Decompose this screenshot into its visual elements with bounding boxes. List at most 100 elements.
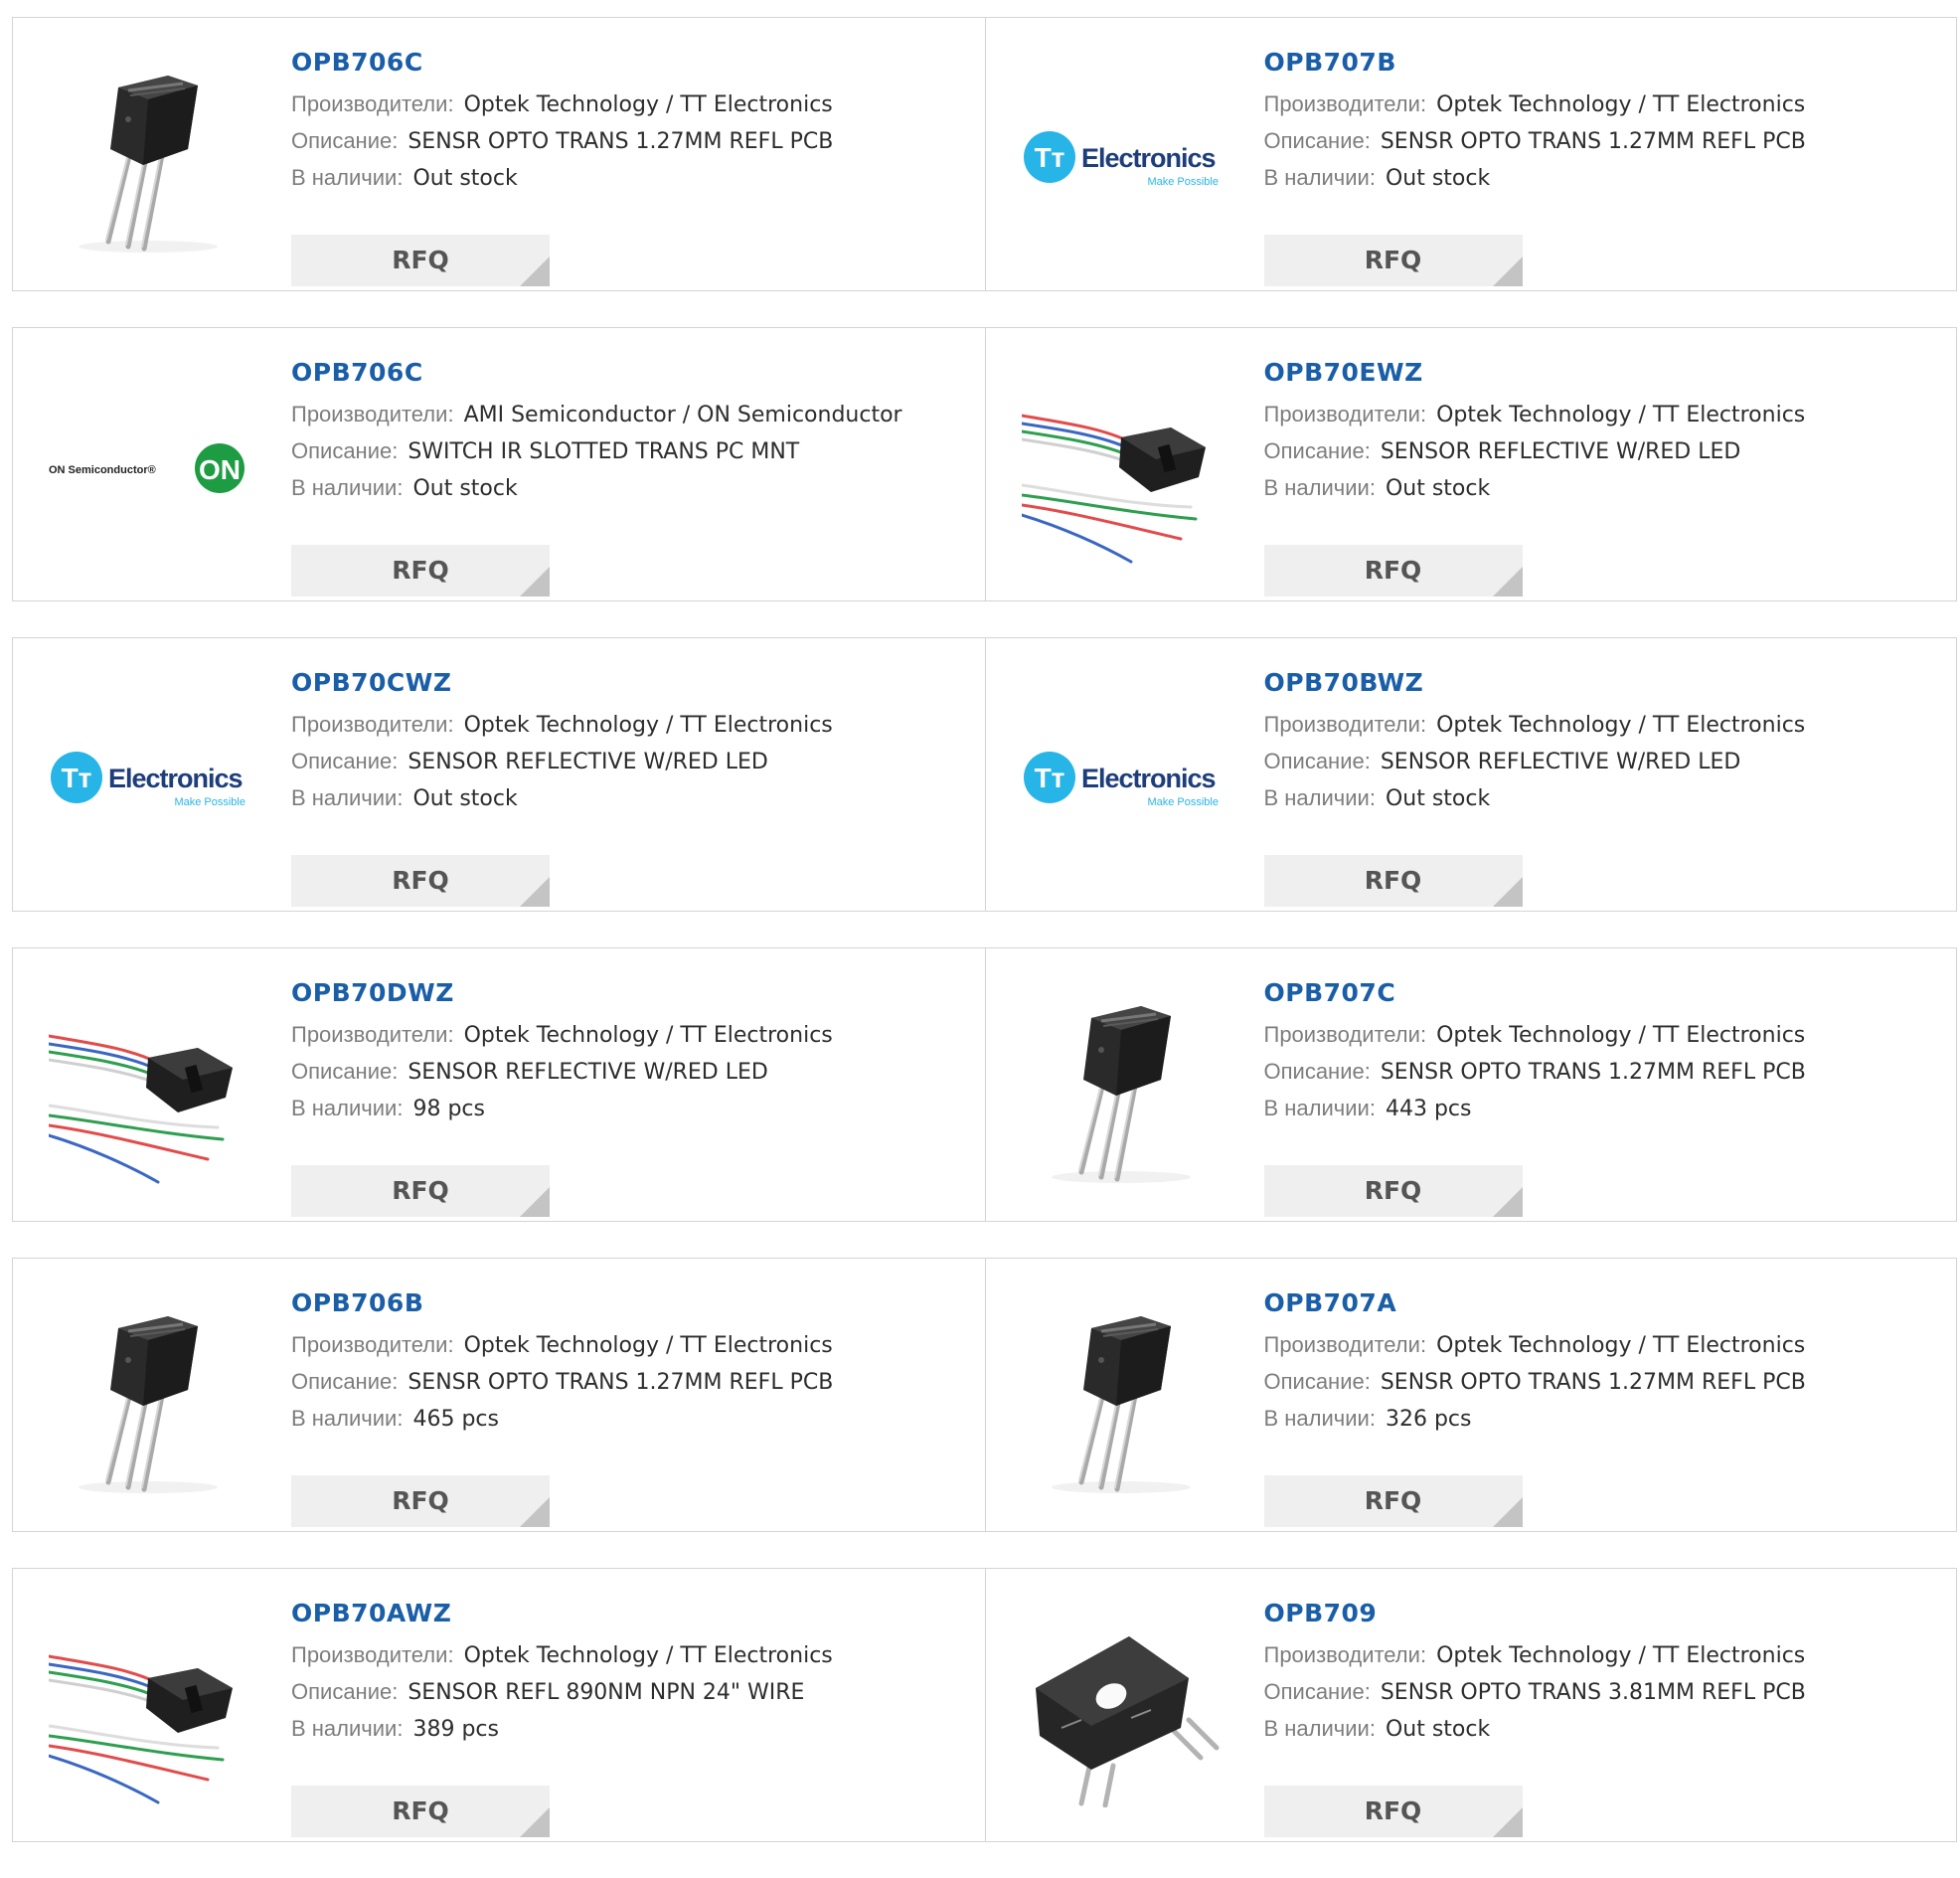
corner-triangle-icon	[1492, 877, 1523, 907]
manufacturer-label: Производители:	[291, 1642, 454, 1667]
part-number-link[interactable]: OPB706C	[291, 358, 423, 388]
stock-line: В наличии: Out stock	[1264, 779, 1937, 816]
description-line: Описание: SENSR OPTO TRANS 1.27MM REFL PC…	[291, 122, 965, 159]
rfq-button[interactable]: RFQ	[1263, 1165, 1523, 1217]
product-info: OPB706C Производители: Optek Technology /…	[291, 48, 965, 286]
manufacturer-label: Производители:	[291, 402, 454, 427]
rfq-button[interactable]: RFQ	[1263, 1786, 1523, 1837]
product-grid: OPB706C Производители: Optek Technology /…	[12, 17, 1957, 1878]
manufacturer-label: Производители:	[291, 1332, 454, 1357]
description-value: SENSR OPTO TRANS 1.27MM REFL PCB	[408, 1370, 834, 1395]
corner-triangle-icon	[1492, 256, 1523, 286]
sensor-photo-image[interactable]	[49, 1298, 247, 1497]
manufacturer-line: Производители: Optek Technology / TT Elec…	[1264, 1636, 1937, 1673]
part-number-link[interactable]: OPB70CWZ	[291, 668, 451, 698]
product-card: OPB706C Производители: Optek Technology /…	[13, 18, 985, 290]
manufacturer-label: Производители:	[291, 1022, 454, 1047]
sensor-photo-image[interactable]	[1022, 988, 1221, 1187]
rfq-button[interactable]: RFQ	[291, 855, 550, 907]
svg-text:Make Possible: Make Possible	[1147, 176, 1219, 188]
manufacturer-line: Производители: Optek Technology / TT Elec…	[1264, 85, 1937, 122]
description-value: SENSOR REFLECTIVE W/RED LED	[1380, 750, 1741, 774]
stock-value: Out stock	[1385, 166, 1491, 191]
manufacturer-value: AMI Semiconductor / ON Semiconductor	[463, 403, 902, 427]
part-number-link[interactable]: OPB70BWZ	[1264, 668, 1424, 698]
rfq-button[interactable]: RFQ	[291, 1786, 550, 1837]
product-card: OPB707C Производители: Optek Technology /…	[984, 948, 1957, 1221]
rfq-label: RFQ	[1364, 556, 1422, 585]
corner-triangle-icon	[1492, 1807, 1523, 1837]
wired-sensor-photo-image[interactable]	[1021, 368, 1221, 567]
part-number-link[interactable]: OPB707B	[1264, 48, 1396, 78]
manufacturer-label: Производители:	[1263, 1332, 1427, 1357]
stock-line: В наличии: 443 pcs	[1264, 1090, 1937, 1126]
description-label: Описание:	[291, 438, 399, 463]
tt-electronics-logo-image[interactable]: Tт Electronics Make Possible	[1022, 58, 1221, 256]
manufacturer-line: Производители: Optek Technology / TT Elec…	[291, 1016, 965, 1053]
manufacturer-line: Производители: Optek Technology / TT Elec…	[291, 1636, 965, 1673]
rfq-button[interactable]: RFQ	[1263, 1475, 1523, 1527]
rfq-label: RFQ	[392, 246, 449, 274]
rfq-button[interactable]: RFQ	[291, 545, 550, 597]
product-card: Tт Electronics Make Possible OPB70CWZ Пр…	[13, 638, 985, 911]
wired-sensor-photo-image[interactable]	[49, 988, 247, 1187]
description-value: SENSR OPTO TRANS 1.27MM REFL PCB	[1380, 129, 1806, 154]
part-number-link[interactable]: OPB709	[1264, 1599, 1378, 1628]
description-line: Описание: SENSOR REFL 890NM NPN 24" WIRE	[291, 1673, 965, 1710]
corner-triangle-icon	[520, 1807, 550, 1837]
description-label: Описание:	[291, 1059, 399, 1084]
description-value: SWITCH IR SLOTTED TRANS PC MNT	[408, 439, 800, 464]
wired-sensor-photo	[1021, 414, 1206, 564]
rfq-button[interactable]: RFQ	[1263, 235, 1523, 286]
slotted-sensor-photo-image[interactable]	[1022, 1609, 1221, 1807]
part-number-link[interactable]: OPB707A	[1264, 1288, 1397, 1318]
description-label: Описание:	[1263, 1059, 1371, 1084]
description-label: Описание:	[291, 128, 399, 153]
rfq-button[interactable]: RFQ	[1263, 855, 1523, 907]
rfq-label: RFQ	[1364, 1176, 1422, 1205]
part-number-link[interactable]: OPB70EWZ	[1264, 358, 1423, 388]
corner-triangle-icon	[1492, 1187, 1523, 1217]
wired-sensor-photo-image[interactable]	[49, 1609, 247, 1807]
stock-line: В наличии: Out stock	[1264, 1710, 1937, 1747]
rfq-button[interactable]: RFQ	[291, 235, 550, 286]
product-info: OPB707B Производители: Optek Technology /…	[1263, 48, 1937, 286]
product-info: OPB709 Производители: Optek Technology / …	[1263, 1599, 1937, 1837]
description-line: Описание: SWITCH IR SLOTTED TRANS PC MNT	[291, 432, 965, 469]
product-info: OPB70AWZ Производители: Optek Technology …	[291, 1599, 965, 1837]
stock-label: В наличии:	[291, 1096, 404, 1120]
manufacturer-label: Производители:	[1263, 91, 1427, 116]
description-value: SENSR OPTO TRANS 3.81MM REFL PCB	[1380, 1680, 1806, 1705]
part-number-link[interactable]: OPB706C	[291, 48, 423, 78]
sensor-photo-image[interactable]	[1022, 1298, 1221, 1497]
part-number-link[interactable]: OPB70DWZ	[291, 978, 454, 1008]
rfq-button[interactable]: RFQ	[291, 1475, 550, 1527]
rfq-button[interactable]: RFQ	[1263, 545, 1523, 597]
product-info: OPB707A Производители: Optek Technology /…	[1263, 1288, 1937, 1527]
stock-value: 465 pcs	[412, 1407, 499, 1432]
product-card: Tт Electronics Make Possible OPB70BWZ Пр…	[984, 638, 1957, 911]
description-line: Описание: SENSOR REFLECTIVE W/RED LED	[291, 1053, 965, 1090]
product-row: OPB706B Производители: Optek Technology /…	[12, 1258, 1957, 1532]
stock-label: В наличии:	[291, 475, 404, 500]
description-line: Описание: SENSR OPTO TRANS 1.27MM REFL PC…	[1264, 122, 1937, 159]
svg-text:Electronics: Electronics	[1081, 764, 1216, 793]
tt-electronics-logo-image[interactable]: Tт Electronics Make Possible	[1022, 678, 1221, 877]
product-info: OPB70BWZ Производители: Optek Technology …	[1263, 668, 1937, 907]
part-number-link[interactable]: OPB707C	[1264, 978, 1396, 1008]
sensor-photo-image[interactable]	[49, 58, 247, 256]
tt-electronics-logo-image[interactable]: Tт Electronics Make Possible	[49, 678, 247, 877]
svg-text:Make Possible: Make Possible	[1147, 796, 1219, 808]
manufacturer-value: Optek Technology / TT Electronics	[463, 1333, 833, 1358]
description-value: SENSOR REFL 890NM NPN 24" WIRE	[408, 1680, 805, 1705]
part-number-link[interactable]: OPB70AWZ	[291, 1599, 451, 1628]
description-label: Описание:	[291, 1679, 399, 1704]
stock-value: 98 pcs	[412, 1097, 485, 1121]
slotted-sensor-photo	[1035, 1636, 1219, 1807]
product-card: OPB70DWZ Производители: Optek Technology …	[13, 948, 985, 1221]
rfq-button[interactable]: RFQ	[291, 1165, 550, 1217]
on-semiconductor-logo-image[interactable]: ON Semiconductor® ON	[49, 368, 247, 567]
description-label: Описание:	[1263, 1679, 1371, 1704]
part-number-link[interactable]: OPB706B	[291, 1288, 423, 1318]
description-label: Описание:	[1263, 749, 1371, 773]
